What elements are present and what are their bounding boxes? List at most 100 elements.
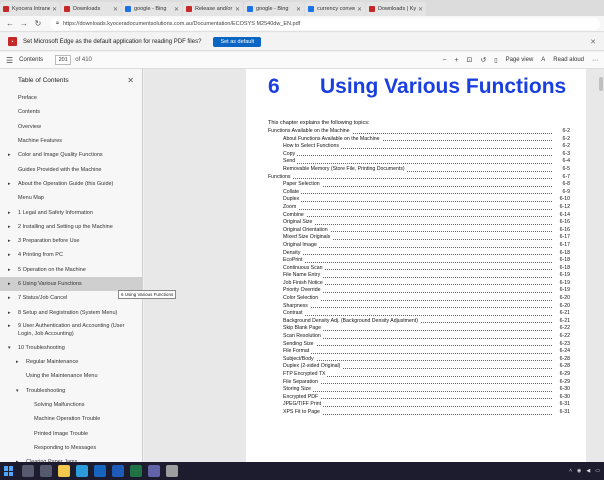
refresh-icon[interactable]: ↻ [32, 18, 44, 30]
chevron-right-icon[interactable]: ▸ [8, 181, 11, 187]
toc-item[interactable]: ▸ 8 Setup and Registration (System Menu) [0, 305, 142, 319]
url-field[interactable]: 🔒︎ https://downloads.kyoceradocumentsolu… [50, 17, 600, 30]
chapter-toc-page: 6-17 [559, 241, 570, 248]
tab-close-icon[interactable]: ✕ [418, 6, 423, 13]
toc-item[interactable]: Machine Features [0, 134, 142, 148]
browser-tab[interactable]: Downloads ✕ [61, 2, 121, 16]
chevron-down-icon[interactable]: ▾ [16, 388, 19, 394]
chevron-right-icon[interactable]: ▸ [16, 359, 19, 365]
read-aloud-button[interactable]: Read aloud [553, 57, 584, 63]
chapter-toc: Functions Available on the Machine 6-2 Abo… [246, 128, 586, 417]
forward-icon[interactable]: → [18, 18, 30, 30]
browser-tab[interactable]: Kyocera Intranet - K✕ [0, 2, 60, 16]
document-viewport[interactable]: 6 Using Various Functions This chapter e… [144, 69, 604, 462]
toc-item[interactable]: ▸ Regular Maintenance [0, 355, 142, 369]
edge-icon[interactable] [76, 465, 88, 477]
scrollbar-thumb[interactable] [599, 77, 603, 91]
chevron-right-icon[interactable]: ▸ [8, 252, 11, 258]
read-aloud-icon[interactable]: A [541, 57, 545, 63]
toc-item[interactable]: ▸Clearing Paper Jams [0, 455, 142, 462]
notification-icon[interactable]: ▭ [595, 468, 600, 474]
back-icon[interactable]: ← [4, 18, 16, 30]
page-view-icon[interactable]: ▯ [494, 57, 497, 64]
toc-item[interactable]: ▸ 3 Preparation before Use [0, 234, 142, 248]
toc-item[interactable]: Contents [0, 105, 142, 119]
browser-tab[interactable]: google - Bing ✕ [244, 2, 304, 16]
tab-close-icon[interactable]: ✕ [235, 6, 240, 13]
toc-item[interactable]: ▸ Color and Image Quality Functions [0, 148, 142, 162]
toc-item[interactable]: Preface [0, 91, 142, 105]
chapter-toc-row[interactable]: XPS Fit to Page 6-31 [246, 408, 586, 417]
excel-icon[interactable] [130, 465, 142, 477]
contents-icon[interactable]: ☰ [6, 56, 13, 65]
toc-item[interactable]: Menu Map [0, 191, 142, 205]
chevron-right-icon[interactable]: ▸ [8, 310, 11, 316]
chevron-right-icon[interactable]: ▸ [8, 238, 11, 244]
tab-close-icon[interactable]: ✕ [174, 6, 179, 13]
tab-close-icon[interactable]: ✕ [357, 6, 362, 13]
contents-button[interactable]: Contents [19, 57, 43, 63]
chevron-right-icon[interactable]: ▸ [8, 322, 11, 330]
tab-close-icon[interactable]: ✕ [52, 6, 57, 13]
toc-item[interactable]: Responding to Messages [0, 441, 142, 455]
toc-item[interactable]: Solving Malfunctions [0, 398, 142, 412]
close-icon[interactable]: ✕ [127, 76, 134, 85]
page-number-input[interactable]: 201 [55, 55, 72, 65]
network-icon[interactable]: ◉ [577, 468, 581, 474]
outlook-icon[interactable] [94, 465, 106, 477]
search-icon[interactable] [22, 465, 34, 477]
toc-item[interactable]: ▸ 2 Installing and Setting up the Machine [0, 220, 142, 234]
toc-item[interactable]: ▸ 1 Legal and Safety Information [0, 205, 142, 219]
settings-icon[interactable] [166, 465, 178, 477]
browser-tab[interactable]: google - Bing ✕ [122, 2, 182, 16]
fit-page-icon[interactable]: ⊡ [467, 56, 473, 64]
toc-item[interactable]: ▸ 5 Operation on the Machine [0, 263, 142, 277]
set-as-default-button[interactable]: Set as default [213, 36, 262, 47]
volume-icon[interactable]: ◀ [586, 468, 590, 474]
task-view-icon[interactable] [40, 465, 52, 477]
more-icon[interactable]: ⋯ [592, 57, 598, 64]
toc-item[interactable]: Using the Maintenance Menu [0, 369, 142, 383]
teams-icon[interactable] [148, 465, 160, 477]
vertical-scrollbar[interactable] [599, 75, 603, 455]
chevron-right-icon[interactable]: ▸ [8, 210, 11, 216]
browser-tab[interactable]: Release and/or which✕ [183, 2, 243, 16]
chevron-right-icon[interactable]: ▸ [8, 224, 11, 230]
toc-item[interactable]: Overview [0, 120, 142, 134]
toc-item[interactable]: ▾ 10 Troubleshooting [0, 341, 142, 355]
zoom-in-icon[interactable]: + [454, 57, 458, 64]
tab-close-icon[interactable]: ✕ [296, 6, 301, 13]
chevron-down-icon[interactable]: ▾ [8, 345, 11, 351]
word-icon[interactable] [112, 465, 124, 477]
tab-favicon-icon [186, 6, 192, 12]
dot-leader [283, 285, 552, 294]
chapter-toc-page: 6-18 [559, 257, 570, 264]
file-explorer-icon[interactable] [58, 465, 70, 477]
toc-item-label: Overview [18, 123, 41, 130]
zoom-out-icon[interactable]: − [442, 57, 446, 64]
toc-item[interactable]: ▸ 9 User Authentication and Accounting (U… [0, 320, 142, 341]
toc-item[interactable]: ▸ 4 Printing from PC [0, 248, 142, 262]
toc-item[interactable]: Printed Image Trouble [0, 427, 142, 441]
toc-item-label: 5 Operation on the Machine [18, 266, 86, 273]
toc-item[interactable]: ▸ About the Operation Guide (this Guide) [0, 177, 142, 191]
toc-item-label: 7 Status/Job Cancel [18, 295, 68, 302]
chapter-toc-page: 6-16 [559, 226, 570, 233]
tab-close-icon[interactable]: ✕ [113, 6, 118, 13]
toc-item[interactable]: ▾ Troubleshooting [0, 384, 142, 398]
start-icon[interactable] [4, 466, 14, 476]
browser-tab[interactable]: Downloads | Kyocera✕ [366, 2, 426, 16]
rotate-icon[interactable]: ↺ [480, 56, 486, 64]
toc-item[interactable]: Guides Provided with the Machine [0, 162, 142, 176]
chevron-right-icon[interactable]: ▸ [8, 281, 11, 287]
chevron-right-icon[interactable]: ▸ [8, 152, 11, 158]
toc-item-label: 10 Troubleshooting [18, 344, 65, 351]
chevron-right-icon[interactable]: ▸ [8, 295, 11, 301]
close-icon[interactable]: ✕ [590, 38, 596, 46]
page-view-button[interactable]: Page view [506, 57, 534, 63]
toc-item[interactable]: ▸ 6 Using Various Functions [0, 276, 142, 292]
chevron-right-icon[interactable]: ▸ [8, 267, 11, 273]
toc-item[interactable]: Machine Operation Trouble [0, 412, 142, 426]
browser-tab[interactable]: currency converter - ✕ [305, 2, 365, 16]
chevron-up-icon[interactable]: ˄ [569, 468, 572, 474]
